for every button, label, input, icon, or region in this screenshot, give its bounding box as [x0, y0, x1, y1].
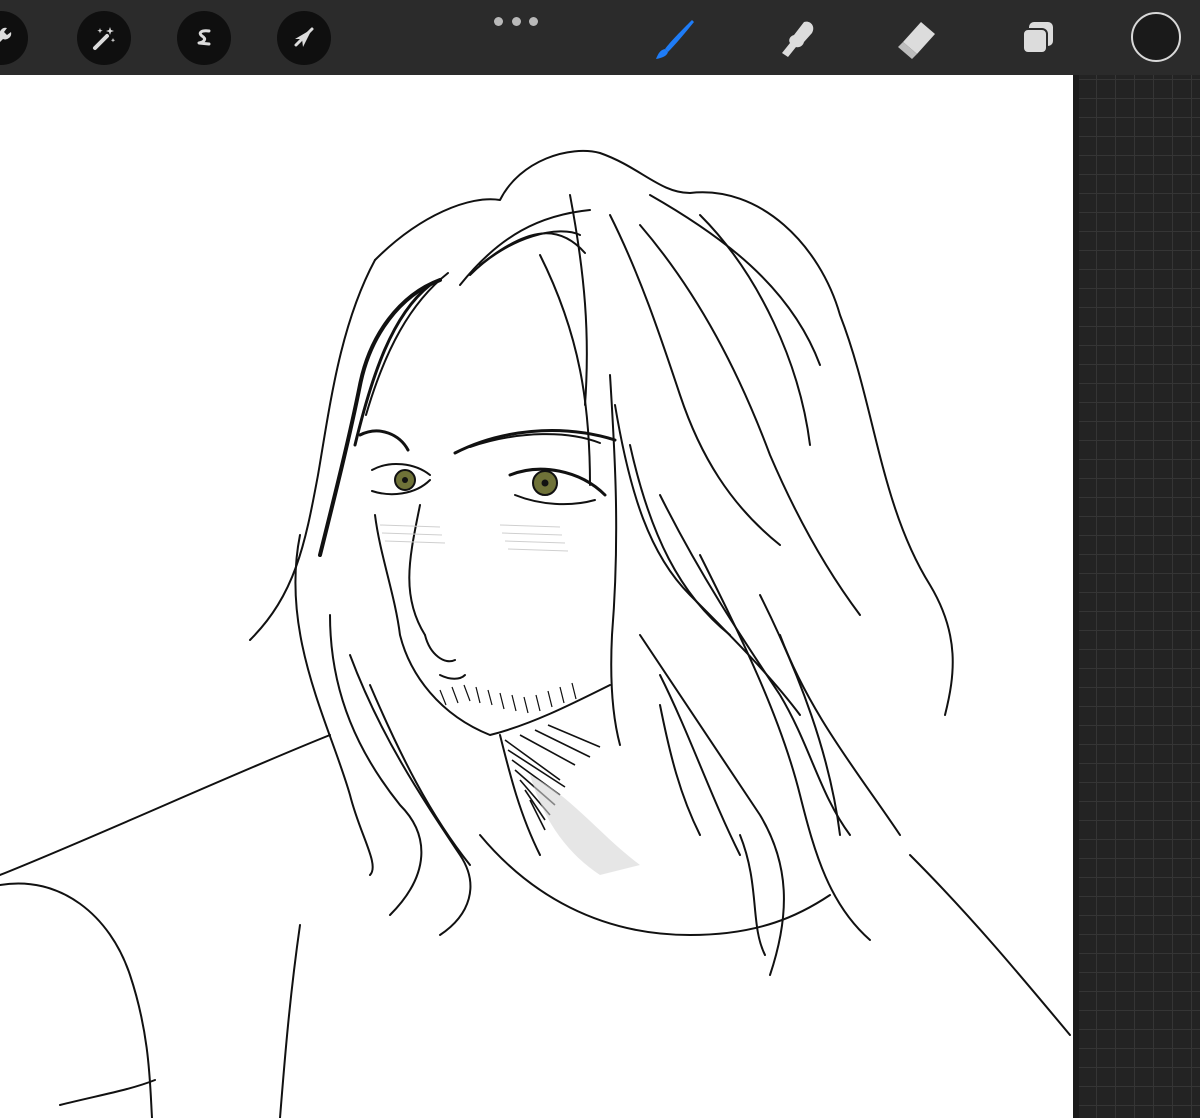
selection-button[interactable] — [177, 11, 231, 65]
more-dots-icon[interactable] — [494, 14, 538, 28]
wrench-icon — [0, 27, 12, 42]
actions-button[interactable] — [0, 11, 28, 65]
arrow-cursor-icon — [294, 27, 314, 47]
selection-s-icon — [197, 29, 211, 46]
brush-icon — [656, 20, 694, 59]
eraser-tool-button[interactable] — [889, 12, 943, 66]
adjustments-button[interactable] — [77, 11, 131, 65]
eraser-icon — [898, 22, 935, 59]
top-toolbar — [0, 0, 1200, 75]
side-panel-edge — [1073, 75, 1079, 1118]
layers-icon — [1022, 22, 1053, 54]
side-grid-panel — [1073, 75, 1200, 1118]
color-swatch[interactable] — [1131, 12, 1181, 62]
drawing-canvas[interactable] — [0, 75, 1073, 1118]
smudge-finger-icon — [782, 21, 814, 57]
magic-wand-icon — [93, 27, 116, 50]
brush-tool-button[interactable] — [648, 12, 702, 66]
line-art-sketch — [0, 149, 1071, 1118]
smudge-tool-button[interactable] — [770, 12, 824, 66]
layers-tool-button[interactable] — [1011, 12, 1065, 66]
transform-button[interactable] — [277, 11, 331, 65]
